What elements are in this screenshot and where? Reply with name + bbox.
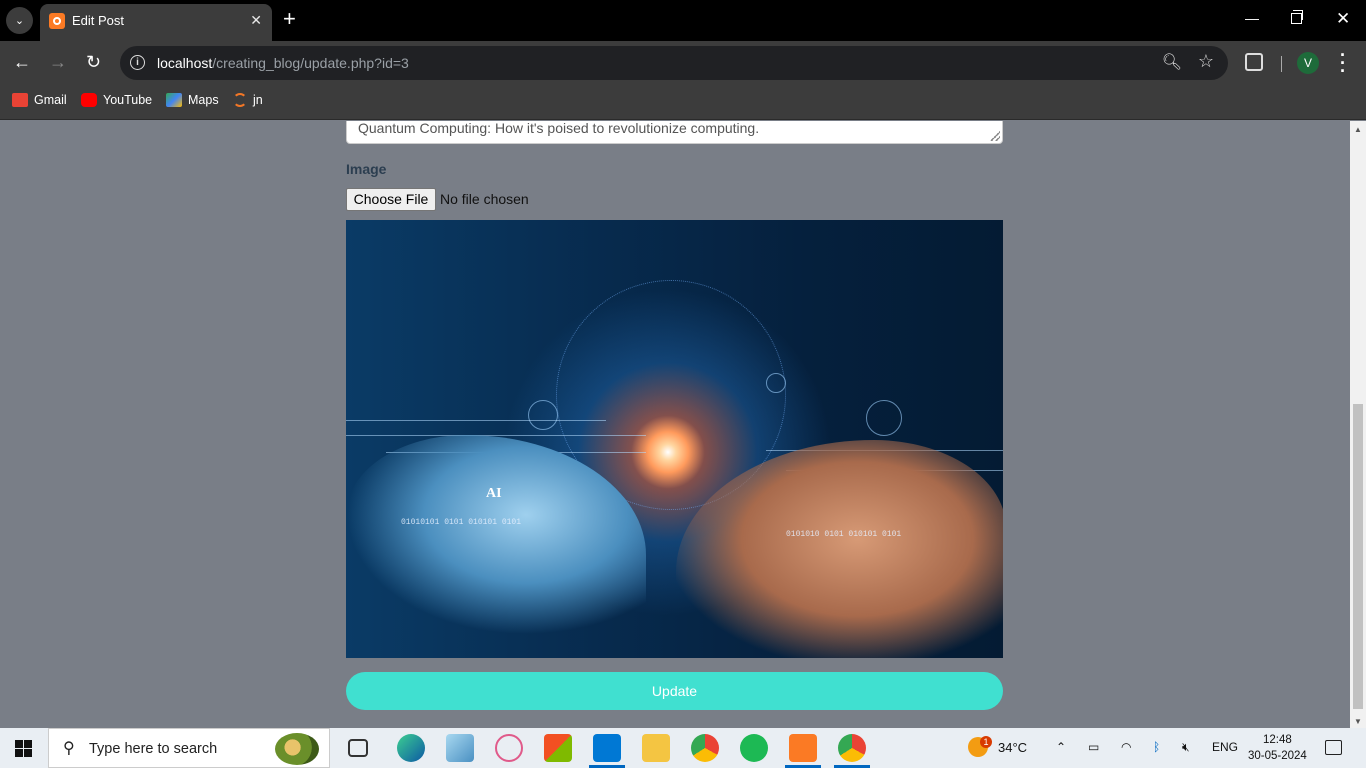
image-ring-graphic — [866, 400, 902, 436]
image-label: Image — [346, 161, 387, 177]
avocado-search-highlight-icon[interactable] — [275, 733, 319, 765]
restore-icon[interactable] — [1291, 10, 1303, 24]
profile-avatar[interactable]: V — [1297, 52, 1319, 74]
weather-badge: 1 — [980, 736, 992, 748]
tab-close-icon[interactable]: ✕ — [250, 12, 262, 29]
spotify-icon[interactable] — [740, 734, 768, 762]
file-explorer-icon[interactable] — [642, 734, 670, 762]
office-icon[interactable] — [544, 734, 572, 762]
chrome-profile-icon[interactable] — [838, 734, 866, 762]
zoom-magnifier-icon[interactable]: 🔍︎ — [1162, 52, 1182, 72]
image-ai-text: AI — [486, 486, 502, 501]
page-content: Quantum Computing: How it's poised to re… — [0, 121, 1350, 728]
file-status-text: No file chosen — [440, 191, 529, 207]
description-textarea[interactable]: Quantum Computing: How it's poised to re… — [346, 121, 1003, 144]
update-button[interactable]: Update — [346, 672, 1003, 710]
minimize-icon[interactable]: — — [1245, 10, 1259, 26]
image-binary-text: 01010101 0101 010101 0101 — [401, 518, 522, 527]
photos-icon[interactable] — [446, 734, 474, 762]
address-bar[interactable]: i localhost/creating_blog/update.php?id=… — [120, 46, 1228, 80]
tab-strip: ⌄ Edit Post ✕ + — ✕ — [0, 0, 1366, 41]
new-tab-plus-icon[interactable]: + — [283, 8, 296, 30]
window-close-icon[interactable]: ✕ — [1336, 9, 1350, 29]
image-ring-graphic — [766, 373, 786, 393]
gmail-icon — [12, 93, 28, 107]
vscode-icon[interactable] — [593, 734, 621, 762]
edge-icon[interactable] — [397, 734, 425, 762]
maps-icon — [166, 93, 182, 107]
tab-search-button[interactable]: ⌄ — [6, 7, 33, 34]
bookmark-jn[interactable]: jn — [233, 93, 263, 107]
post-image-preview: AI 01010101 0101 010101 0101 0101010 010… — [346, 220, 1003, 658]
xampp-icon[interactable] — [789, 734, 817, 762]
windows-taskbar: ⚲ Type here to search 1 34°C ⌃ ▭ ◠ ᛒ 🔇︎ … — [0, 728, 1366, 768]
back-arrow-icon[interactable]: ← — [13, 52, 31, 73]
tab-title: Edit Post — [72, 13, 125, 28]
image-binary-text: 0101010 0101 010101 0101 — [786, 530, 902, 539]
scroll-thumb[interactable] — [1353, 404, 1363, 709]
bookmark-maps[interactable]: Maps — [166, 93, 219, 107]
toolbar-divider — [1281, 56, 1282, 72]
page-scrollbar[interactable]: ▲ ▼ — [1350, 121, 1366, 728]
taskbar-search-box[interactable]: ⚲ Type here to search — [48, 728, 330, 768]
choose-file-button[interactable]: Choose File — [346, 188, 436, 211]
site-info-icon[interactable]: i — [130, 55, 145, 70]
bookmark-youtube[interactable]: YouTube — [81, 93, 152, 107]
task-view-icon[interactable] — [348, 739, 368, 757]
language-indicator[interactable]: ENG — [1212, 740, 1238, 754]
tab-edit-post[interactable]: Edit Post ✕ — [40, 4, 272, 41]
extensions-puzzle-icon[interactable] — [1245, 53, 1263, 71]
jupyter-icon — [233, 93, 247, 107]
youtube-icon — [81, 93, 97, 107]
bookmark-gmail[interactable]: Gmail — [12, 93, 67, 107]
system-clock[interactable]: 12:48 30-05-2024 — [1248, 732, 1307, 764]
windows-start-icon[interactable] — [15, 740, 32, 757]
image-circuit-line — [346, 420, 606, 421]
reload-icon[interactable]: ↻ — [86, 52, 101, 73]
snip-tool-icon[interactable] — [495, 734, 523, 762]
volume-muted-icon[interactable]: 🔇︎ — [1182, 740, 1190, 755]
scroll-up-arrow-icon[interactable]: ▲ — [1354, 125, 1362, 134]
bookmark-star-icon[interactable]: ☆ — [1198, 51, 1214, 72]
battery-icon[interactable]: ▭ — [1088, 740, 1099, 754]
search-icon: ⚲ — [63, 740, 75, 757]
weather-temperature[interactable]: 34°C — [998, 740, 1027, 755]
notification-center-icon[interactable] — [1325, 740, 1342, 755]
resize-grip-icon[interactable] — [990, 131, 1000, 141]
forward-arrow-icon[interactable]: → — [49, 52, 67, 73]
image-ring-graphic — [528, 400, 558, 430]
xampp-favicon-icon — [49, 13, 65, 29]
browser-toolbar: ← → ↻ i localhost/creating_blog/update.p… — [0, 41, 1366, 85]
scroll-down-arrow-icon[interactable]: ▼ — [1354, 717, 1362, 726]
browser-menu-icon[interactable]: · · · — [1340, 46, 1346, 80]
bookmarks-bar: Gmail YouTube Maps jn — [0, 85, 1366, 120]
taskbar-search-placeholder: Type here to search — [89, 741, 218, 757]
chrome-icon[interactable] — [691, 734, 719, 762]
bluetooth-icon[interactable]: ᛒ — [1153, 740, 1160, 754]
wifi-icon[interactable]: ◠ — [1121, 740, 1131, 754]
tray-chevron-up-icon[interactable]: ⌃ — [1056, 740, 1066, 754]
url-text[interactable]: localhost/creating_blog/update.php?id=3 — [157, 55, 409, 71]
